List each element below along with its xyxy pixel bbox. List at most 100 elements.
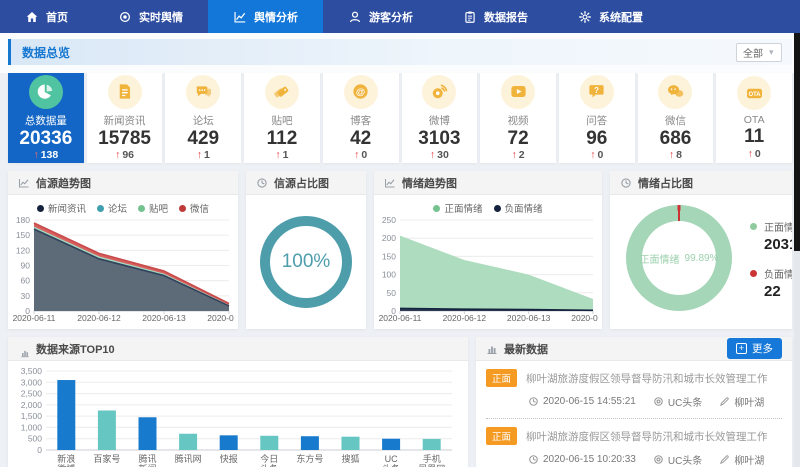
stat-label: 总数据量: [25, 113, 67, 128]
nav-label: 实时舆情: [139, 9, 183, 25]
stat-change-value: 1: [204, 149, 210, 161]
stat-change: ↑0: [354, 149, 367, 161]
legend-dot-icon: [494, 205, 501, 212]
svg-text:90: 90: [21, 261, 31, 271]
stat-label: 视频: [508, 113, 529, 128]
sentiment-trend-chart: 0501001502002502020-06-112020-06-122020-…: [374, 215, 598, 323]
legend-item[interactable]: 新闻资讯: [37, 201, 86, 215]
list-chart-icon: [486, 343, 498, 355]
nav-item-config[interactable]: 系统配置: [553, 0, 668, 33]
overview-band: 数据总览 全部 ▾: [0, 33, 800, 73]
up-arrow-icon: ↑: [275, 149, 280, 161]
source-icon: [653, 454, 664, 465]
stat-card[interactable]: 贴吧 112 ↑1: [244, 73, 320, 163]
stat-card[interactable]: 微信 686 ↑8: [638, 73, 714, 163]
stat-card[interactable]: 总数据量 20336 ↑138: [8, 73, 84, 163]
stat-card[interactable]: @ 博客 42 ↑0: [323, 73, 399, 163]
sentiment-trend-panel: 情绪趋势图 正面情绪 负面情绪 0501001502002502020-06-1…: [374, 171, 602, 329]
svg-text:腾讯网: 腾讯网: [175, 453, 202, 464]
svg-text:@: @: [356, 87, 365, 98]
news-item[interactable]: 正面 柳叶湖旅游度假区领导督导防汛和城市长效管理工作 2020-06-15 10…: [486, 419, 782, 467]
home-icon: [25, 10, 39, 24]
legend-item[interactable]: 微信: [179, 201, 209, 215]
forum-icon: [186, 75, 220, 109]
legend-dot-icon: [433, 205, 440, 212]
nav-label: 系统配置: [599, 9, 643, 25]
svg-text:3,500: 3,500: [21, 366, 43, 376]
news-author: 柳叶湖: [719, 394, 764, 409]
top10-chart: 05001,0001,5002,0002,5003,0003,500新浪微博百家…: [10, 365, 460, 467]
panel-title: 信源趋势图: [36, 175, 91, 191]
up-arrow-icon: ↑: [33, 149, 38, 161]
line-chart-icon: [384, 177, 396, 189]
legend-item[interactable]: 贴吧: [138, 201, 168, 215]
stat-change: ↑2: [512, 149, 525, 161]
negative-entry[interactable]: 负面情绪 22: [750, 266, 792, 300]
source-trend-panel: 信源趋势图 新闻资讯 论坛 贴吧 微信 03060901201501802020…: [8, 171, 238, 329]
legend-label: 新闻资讯: [48, 201, 86, 215]
news-time: 2020-06-15 14:55:21: [528, 394, 636, 409]
stat-card[interactable]: OTA OTA 11 ↑0: [716, 73, 792, 163]
svg-text:?: ?: [594, 86, 599, 95]
scrollbar-track[interactable]: [794, 33, 800, 467]
stat-change: ↑30: [430, 149, 449, 161]
stat-card[interactable]: 新闻资讯 15785 ↑96: [87, 73, 163, 163]
news-item[interactable]: 正面 柳叶湖旅游度假区领导督导防汛和城市长效管理工作 2020-06-15 14…: [486, 361, 782, 419]
nav-label: 数据报告: [484, 9, 528, 25]
stat-value: 11: [744, 126, 764, 148]
scrollbar-thumb[interactable]: [794, 33, 800, 251]
stat-change-value: 2: [519, 149, 525, 161]
source-ratio-value: 100%: [282, 251, 331, 273]
svg-text:UC: UC: [385, 454, 398, 464]
up-arrow-icon: ↑: [748, 148, 753, 160]
nav-item-visitor[interactable]: 游客分析: [323, 0, 438, 33]
nav-item-report[interactable]: 数据报告: [438, 0, 553, 33]
source-ratio-panel: 信源占比图 100%: [246, 171, 366, 329]
stat-label: 论坛: [193, 113, 214, 128]
svg-text:50: 50: [387, 288, 397, 298]
stat-label: 博客: [350, 113, 371, 128]
more-button[interactable]: + 更多: [727, 338, 782, 359]
nav-item-realtime[interactable]: 实时舆情: [93, 0, 208, 33]
legend-label: 负面情绪: [505, 201, 543, 215]
stat-card[interactable]: 视频 72 ↑2: [480, 73, 556, 163]
svg-text:1,000: 1,000: [21, 422, 43, 432]
stat-label: OTA: [744, 114, 765, 126]
sentiment-ratio-panel: 情绪占比图 正面情绪 99.89% 正面情绪 20314: [610, 171, 792, 329]
top10-header: 数据来源TOP10: [8, 337, 468, 361]
svg-text:2020-06-14: 2020-06-14: [207, 313, 234, 323]
svg-text:2,500: 2,500: [21, 389, 43, 399]
svg-text:150: 150: [16, 230, 30, 240]
legend-item[interactable]: 论坛: [97, 201, 127, 215]
news-source: UC头条: [653, 452, 702, 467]
up-arrow-icon: ↑: [590, 149, 595, 161]
sentiment-trend-legend: 正面情绪 负面情绪: [374, 201, 602, 215]
legend-dot-icon: [37, 205, 44, 212]
nav-label: 舆情分析: [254, 9, 298, 25]
stat-card[interactable]: ? 问答 96 ↑0: [559, 73, 635, 163]
legend-item[interactable]: 负面情绪: [494, 201, 543, 215]
svg-text:0: 0: [37, 445, 42, 455]
author-icon: [719, 454, 730, 465]
legend-dot-icon: [179, 205, 186, 212]
filter-dropdown[interactable]: 全部 ▾: [736, 43, 782, 62]
chart-icon: [233, 10, 247, 24]
stat-card[interactable]: 微博 3103 ↑30: [402, 73, 478, 163]
nav-item-home[interactable]: 首页: [0, 0, 93, 33]
positive-entry[interactable]: 正面情绪 20314: [750, 219, 792, 253]
svg-text:快报: 快报: [220, 453, 238, 464]
stat-value: 15785: [98, 128, 151, 150]
legend-item[interactable]: 正面情绪: [433, 201, 482, 215]
stat-card[interactable]: 论坛 429 ↑1: [165, 73, 241, 163]
stat-change-value: 30: [437, 149, 449, 161]
charts-row: 信源趋势图 新闻资讯 论坛 贴吧 微信 03060901201501802020…: [8, 171, 792, 329]
negative-label: 负面情绪: [764, 266, 792, 281]
source-ratio-body: 100%: [246, 195, 366, 328]
weibo-icon: [422, 75, 456, 109]
legend-label: 微信: [190, 201, 209, 215]
panel-title: 情绪趋势图: [402, 175, 457, 191]
stat-value: 686: [660, 128, 692, 150]
blog-icon: @: [344, 75, 378, 109]
nav-item-analysis[interactable]: 舆情分析: [208, 0, 323, 33]
stat-change-value: 96: [122, 149, 134, 161]
